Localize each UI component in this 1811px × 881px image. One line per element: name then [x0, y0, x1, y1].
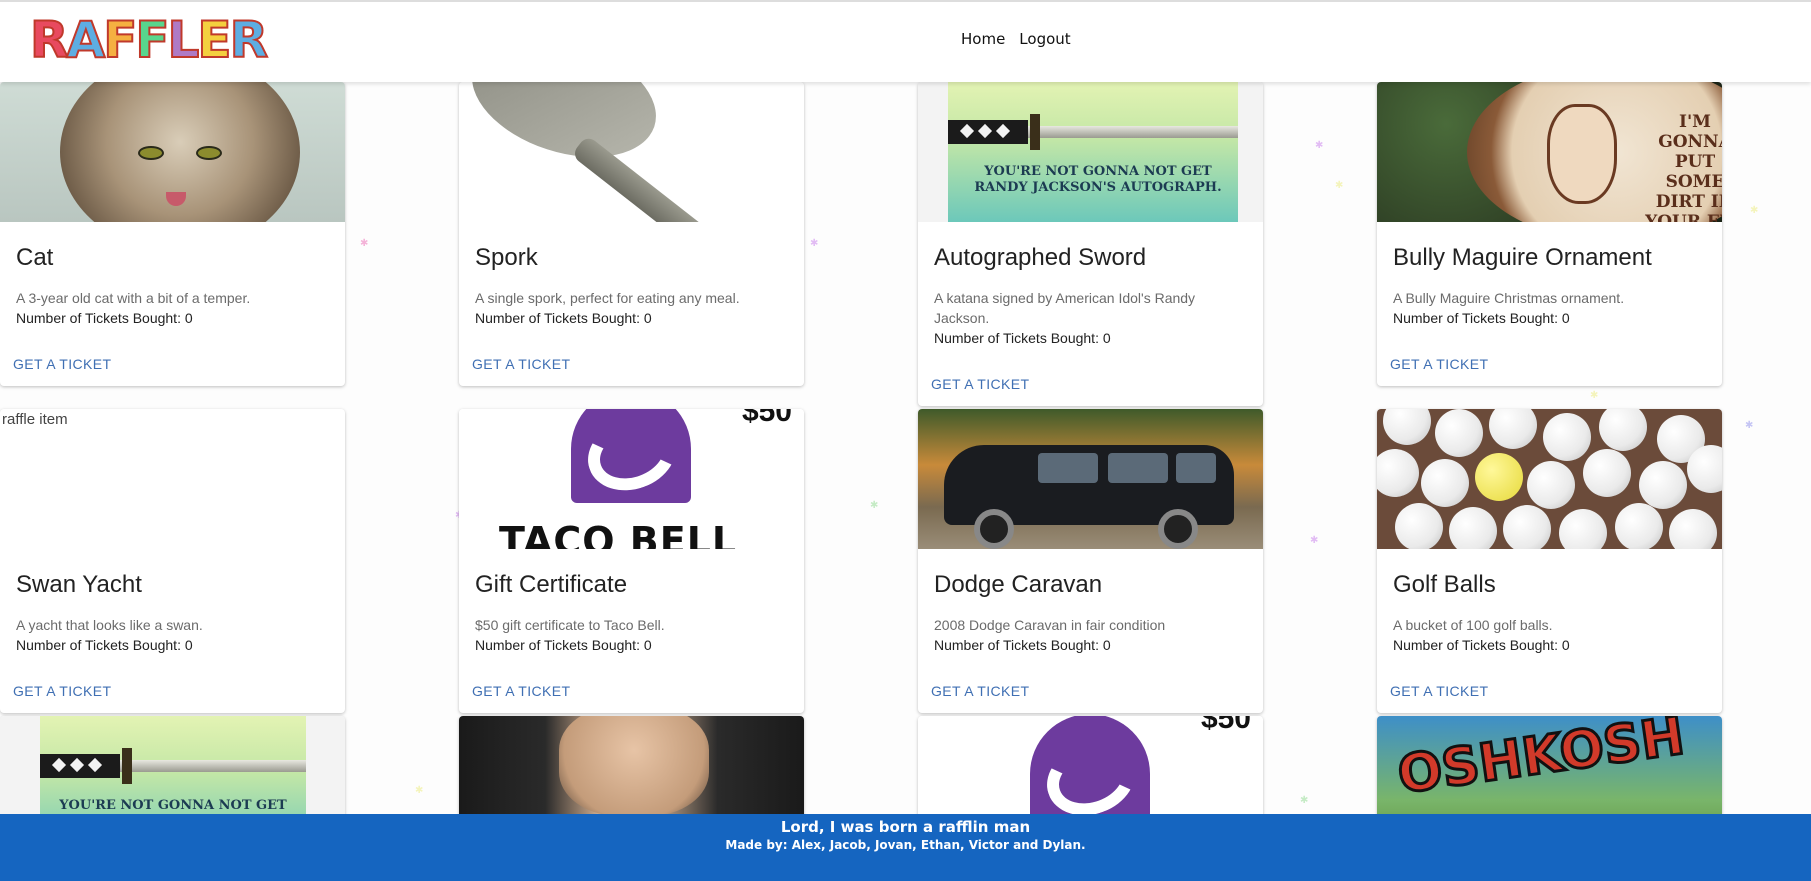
raffle-card-cat: Cat A 3-year old cat with a bit of a tem… [0, 82, 345, 386]
portrait-image [459, 716, 804, 814]
broken-image: raffle item [0, 409, 345, 549]
raffle-card-golf-balls: Golf Balls A bucket of 100 golf balls. N… [1377, 409, 1722, 713]
footer-credits: Made by: Alex, Jacob, Jovan, Ethan, Vict… [725, 838, 1086, 852]
get-ticket-button[interactable]: GET A TICKET [1390, 683, 1488, 699]
card-title: Spork [475, 244, 538, 271]
card-title: Dodge Caravan [934, 571, 1103, 598]
raffle-card-dodge-caravan: Dodge Caravan 2008 Dodge Caravan in fair… [918, 409, 1263, 713]
card-description: A 3-year old cat with a bit of a temper. [16, 290, 251, 306]
top-app-bar: RAFFLER Home Logout [0, 0, 1811, 82]
image-alt-text: raffle item [2, 411, 68, 428]
card-description: A Bully Maguire Christmas ornament. [1393, 290, 1625, 306]
raffle-card-partial: OSHKOSH [1377, 716, 1722, 814]
postcard-image: OSHKOSH [1377, 716, 1722, 814]
get-ticket-button[interactable]: GET A TICKET [472, 356, 570, 372]
raffle-card-swan-yacht: raffle item Swan Yacht A yacht that look… [0, 409, 345, 713]
raffle-card-spork: Spork A single spork, perfect for eating… [459, 82, 804, 386]
card-title: Autographed Sword [934, 244, 1147, 271]
spork-image [459, 82, 804, 222]
get-ticket-button[interactable]: GET A TICKET [13, 356, 111, 372]
main-nav: Home Logout [961, 30, 1071, 48]
raffler-logo[interactable]: RAFFLER [29, 4, 269, 76]
card-description: 2008 Dodge Caravan in fair condition [934, 617, 1166, 633]
raffle-card-autographed-sword: YOU'RE NOT GONNA NOT GET RANDY JACKSON'S… [918, 82, 1263, 406]
van-image [918, 409, 1263, 549]
card-description: $50 gift certificate to Taco Bell. [475, 617, 665, 633]
card-description: A single spork, perfect for eating any m… [475, 290, 740, 306]
get-ticket-button[interactable]: GET A TICKET [13, 683, 111, 699]
ticket-count: Number of Tickets Bought: 0 [475, 310, 652, 326]
card-title: Gift Certificate [475, 571, 628, 598]
card-description: A bucket of 100 golf balls. [1393, 617, 1553, 633]
raffle-card-bully-maguire-ornament: I'M GONNA PUT SOME DIRT IN YOUR EYE Bull… [1377, 82, 1722, 386]
nav-logout-link[interactable]: Logout [1019, 30, 1070, 48]
card-title: Cat [16, 244, 54, 271]
raffle-card-partial: YOU'RE NOT GONNA NOT GET [0, 716, 345, 814]
card-title: Golf Balls [1393, 571, 1496, 598]
card-description: A yacht that looks like a swan. [16, 617, 203, 633]
ticket-count: Number of Tickets Bought: 0 [934, 637, 1111, 653]
card-title: Swan Yacht [16, 571, 142, 598]
raffle-card-partial: $50 [918, 716, 1263, 814]
ticket-count: Number of Tickets Bought: 0 [16, 637, 193, 653]
nav-home-link[interactable]: Home [961, 30, 1005, 48]
taco-bell-image: $50 TACO BELL [459, 409, 804, 549]
sword-image: YOU'RE NOT GONNA NOT GET RANDY JACKSON'S… [918, 82, 1263, 222]
card-title: Bully Maguire Ornament [1393, 244, 1652, 271]
ticket-count: Number of Tickets Bought: 0 [1393, 310, 1570, 326]
ticket-count: Number of Tickets Bought: 0 [16, 310, 193, 326]
raffle-item-grid: Cat A 3-year old cat with a bit of a tem… [0, 82, 1811, 814]
ticket-count: Number of Tickets Bought: 0 [475, 637, 652, 653]
raffle-card-partial [459, 716, 804, 814]
ticket-count: Number of Tickets Bought: 0 [934, 330, 1111, 346]
ornament-image: I'M GONNA PUT SOME DIRT IN YOUR EYE [1377, 82, 1722, 222]
get-ticket-button[interactable]: GET A TICKET [472, 683, 570, 699]
card-description: A katana signed by American Idol's Randy… [934, 290, 1196, 326]
get-ticket-button[interactable]: GET A TICKET [1390, 356, 1488, 372]
get-ticket-button[interactable]: GET A TICKET [931, 683, 1029, 699]
raffle-card-gift-certificate: $50 TACO BELL Gift Certificate $50 gift … [459, 409, 804, 713]
golf-balls-image [1377, 409, 1722, 549]
get-ticket-button[interactable]: GET A TICKET [931, 376, 1029, 392]
taco-bell-image: $50 [918, 716, 1263, 814]
page-footer: Lord, I was born a rafflin man Made by: … [0, 814, 1811, 881]
sword-image: YOU'RE NOT GONNA NOT GET [0, 716, 345, 814]
ticket-count: Number of Tickets Bought: 0 [1393, 637, 1570, 653]
cat-image [0, 82, 345, 222]
footer-tagline: Lord, I was born a rafflin man [780, 818, 1031, 836]
